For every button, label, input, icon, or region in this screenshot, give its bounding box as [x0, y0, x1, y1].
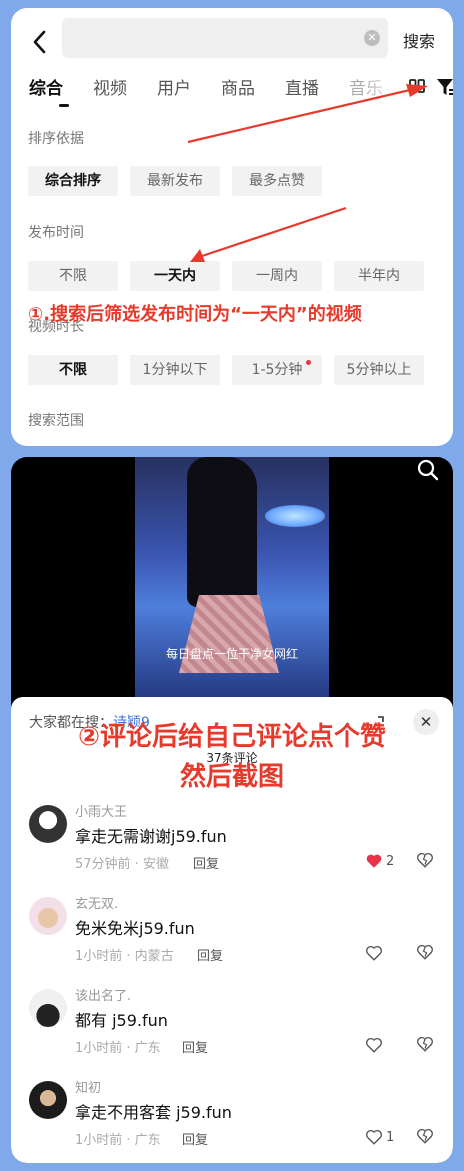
comment-username[interactable]: 玄无双. — [75, 893, 118, 912]
back-arrow-icon[interactable] — [29, 28, 51, 56]
grid-view-icon[interactable] — [409, 78, 425, 94]
reply-button[interactable]: 回复 — [197, 945, 223, 964]
comment-item: 小雨大王 拿走无需谢谢j59.fun 57分钟前 · 安徽 回复 2 — [11, 793, 453, 883]
comments-sheet: 大家都在搜：诗颖9 ✕ 37条评论 ②评论后给自己评论点个赞 然后截图 小雨大王… — [11, 697, 453, 1163]
dislike-icon[interactable] — [416, 943, 434, 961]
time-option-one-day[interactable]: 一天内 — [130, 261, 220, 291]
tab-fade — [359, 74, 409, 102]
time-section-label: 发布时间 — [28, 225, 84, 241]
time-option-any[interactable]: 不限 — [28, 261, 118, 291]
search-filter-panel: ✕ 搜索 综合 视频 用户 商品 直播 音乐 排序依据 综合排序 最新发布 最多… — [11, 8, 453, 446]
annotation-step-2: ②评论后给自己评论点个赞 然后截图 — [11, 717, 453, 797]
search-button[interactable]: 搜索 — [403, 28, 435, 52]
comment-meta: 1小时前 · 广东 — [75, 1133, 161, 1148]
annotation-step-2-line-1: ②评论后给自己评论点个赞 — [77, 722, 386, 752]
comment-text: 拿走不用客套 j59.fun — [75, 1103, 232, 1122]
tab-comprehensive[interactable]: 综合 — [29, 74, 63, 99]
comment-item: 该出名了. 都有 j59.fun 1小时前 · 广东 回复 — [11, 977, 453, 1067]
comment-username[interactable]: 小雨大王 — [75, 801, 127, 820]
filter-icon[interactable] — [435, 76, 453, 98]
like-button[interactable]: 1 — [365, 1127, 394, 1147]
comment-meta: 1小时前 · 内蒙古 — [75, 949, 174, 964]
reply-button[interactable]: 回复 — [182, 1129, 208, 1148]
comment-username[interactable]: 该出名了. — [75, 985, 131, 1004]
annotation-step-1: ①.搜索后筛选发布时间为“一天内”的视频 — [28, 304, 362, 325]
new-dot — [306, 360, 311, 365]
tab-live[interactable]: 直播 — [285, 74, 319, 99]
heart-outline-icon — [366, 945, 382, 961]
sort-option-comprehensive[interactable]: 综合排序 — [28, 166, 118, 196]
video-figure — [187, 457, 257, 607]
avatar[interactable] — [29, 989, 67, 1027]
scope-section-label: 搜索范围 — [28, 413, 84, 429]
like-button[interactable]: 2 — [365, 851, 394, 871]
sort-option-latest[interactable]: 最新发布 — [130, 166, 220, 196]
like-button[interactable] — [365, 943, 386, 963]
heart-filled-icon — [366, 854, 382, 868]
reply-button[interactable]: 回复 — [182, 1037, 208, 1056]
heart-outline-icon — [366, 1037, 382, 1053]
time-option-half-year[interactable]: 半年内 — [334, 261, 424, 291]
avatar[interactable] — [29, 897, 67, 935]
dislike-icon[interactable] — [416, 1127, 434, 1145]
search-input[interactable]: ✕ — [62, 18, 388, 58]
pool-light — [265, 505, 325, 527]
comment-text: 拿走无需谢谢j59.fun — [75, 827, 227, 846]
avatar[interactable] — [29, 1081, 67, 1119]
category-tabs: 综合 视频 用户 商品 直播 音乐 — [29, 74, 453, 110]
comment-text: 都有 j59.fun — [75, 1011, 168, 1030]
heart-outline-icon — [366, 1129, 382, 1145]
tab-products[interactable]: 商品 — [221, 74, 255, 99]
duration-option-under-1min[interactable]: 1分钟以下 — [130, 355, 220, 385]
duration-option-over-5min[interactable]: 5分钟以上 — [334, 355, 424, 385]
like-button[interactable] — [365, 1035, 386, 1055]
reply-button[interactable]: 回复 — [193, 853, 219, 872]
video-caption: 每日盘点一位干净女网红 — [165, 647, 298, 661]
clear-icon[interactable]: ✕ — [364, 30, 380, 46]
dislike-icon[interactable] — [416, 1035, 434, 1053]
sort-section-label: 排序依据 — [28, 131, 84, 147]
comment-meta: 57分钟前 · 安徽 — [75, 857, 169, 872]
dislike-icon[interactable] — [416, 851, 434, 869]
comment-text: 免米免米j59.fun — [75, 919, 195, 938]
time-option-one-week[interactable]: 一周内 — [232, 261, 322, 291]
duration-option-any[interactable]: 不限 — [28, 355, 118, 385]
video-comments-panel: 每日盘点一位干净女网红 大家都在搜：诗颖9 ✕ 37条评论 ②评论后给自己评论点… — [11, 457, 453, 1163]
sort-option-most-liked[interactable]: 最多点赞 — [232, 166, 322, 196]
comment-meta: 1小时前 · 广东 — [75, 1041, 161, 1056]
tab-users[interactable]: 用户 — [157, 74, 191, 99]
video-thumbnail[interactable]: 每日盘点一位干净女网红 — [135, 457, 329, 697]
comment-username[interactable]: 知初 — [75, 1077, 101, 1096]
comment-item: 玄无双. 免米免米j59.fun 1小时前 · 内蒙古 回复 — [11, 885, 453, 975]
tab-video[interactable]: 视频 — [93, 74, 127, 99]
annotation-step-2-line-2: 然后截图 — [179, 762, 284, 792]
like-count: 1 — [386, 1129, 395, 1145]
search-icon[interactable] — [417, 459, 439, 481]
like-count: 2 — [386, 853, 395, 869]
avatar[interactable] — [29, 805, 67, 843]
comment-item: 知初 拿走不用客套 j59.fun 1小时前 · 广东 回复 1 — [11, 1069, 453, 1159]
tab-indicator — [59, 104, 69, 107]
